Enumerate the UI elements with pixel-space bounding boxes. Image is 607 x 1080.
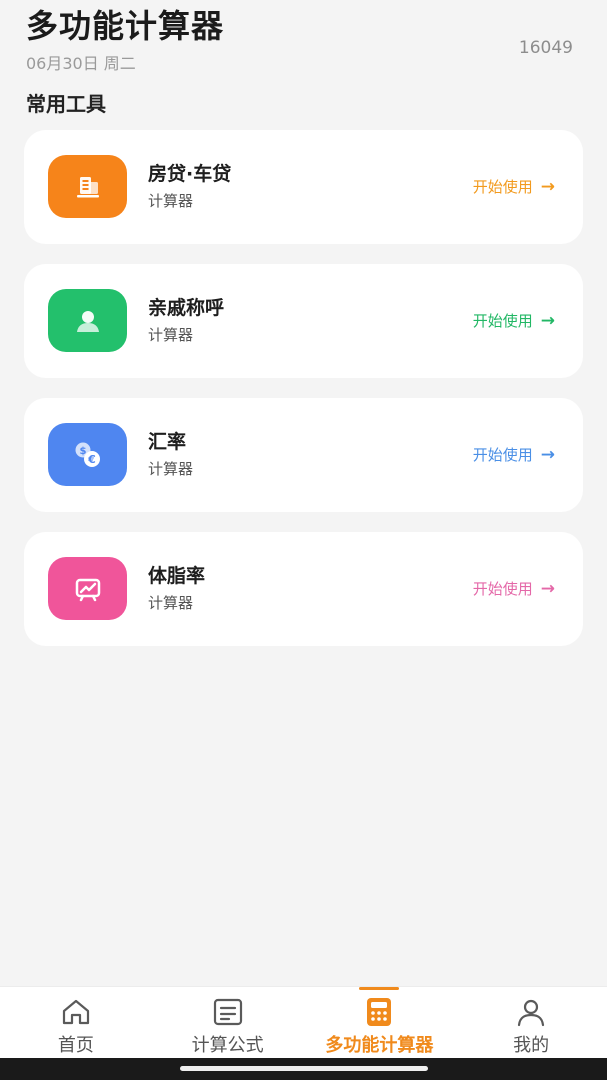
tool-subtitle: 计算器 — [148, 594, 194, 612]
tool-card-bodyfat[interactable]: 体脂率 计算器 开始使用 → — [24, 532, 583, 646]
header: 多功能计算器 06月30日 周二 16049 — [26, 4, 577, 74]
start-button[interactable]: 开始使用 → — [473, 176, 555, 197]
bottom-nav: 首页 计算公式 多功能计算器 我的 — [0, 986, 607, 1058]
person-icon — [76, 310, 99, 332]
tool-card-mortgage[interactable]: 房贷·车贷 计算器 开始使用 → — [24, 130, 583, 244]
start-button[interactable]: 开始使用 → — [473, 578, 555, 599]
calculator-icon — [367, 998, 392, 1026]
nav-label: 我的 — [513, 1035, 550, 1056]
tool-card-exchange[interactable]: $ € 汇率 计算器 开始使用 → — [24, 398, 583, 512]
counter-label: 16049 — [518, 38, 573, 58]
tool-tile — [48, 557, 127, 620]
tool-subtitle: 计算器 — [148, 460, 194, 478]
tool-tile — [48, 289, 127, 352]
nav-label: 多功能计算器 — [325, 1035, 434, 1056]
tool-tile: $ € — [48, 423, 127, 486]
nav-item-formulas[interactable]: 计算公式 — [152, 987, 304, 1058]
start-label: 开始使用 — [472, 312, 533, 330]
tool-title: 汇率 — [148, 431, 187, 453]
tool-card-relatives[interactable]: 亲戚称呼 计算器 开始使用 → — [24, 264, 583, 378]
arrow-right-icon: → — [540, 578, 555, 599]
home-indicator[interactable] — [180, 1066, 428, 1071]
start-label: 开始使用 — [472, 580, 533, 598]
arrow-right-icon: → — [540, 176, 555, 197]
tool-title: 房贷·车贷 — [148, 163, 232, 185]
tool-list: 房贷·车贷 计算器 开始使用 → 亲戚称呼 计算器 开始使用 → $ € 汇率 … — [24, 130, 583, 666]
start-label: 开始使用 — [472, 178, 533, 196]
arrow-right-icon: → — [540, 310, 555, 331]
arrow-right-icon: → — [540, 444, 555, 465]
currency-exchange-icon: $ € — [75, 442, 100, 467]
active-indicator — [359, 987, 400, 990]
tool-subtitle: 计算器 — [148, 192, 194, 210]
system-gesture-area — [0, 1058, 607, 1080]
home-icon — [62, 999, 89, 1025]
tool-subtitle: 计算器 — [148, 326, 194, 344]
start-button[interactable]: 开始使用 → — [473, 444, 555, 465]
document-icon — [213, 998, 242, 1026]
nav-label: 计算公式 — [191, 1035, 264, 1056]
nav-item-profile[interactable]: 我的 — [455, 987, 607, 1058]
nav-label: 首页 — [57, 1035, 94, 1056]
building-card-icon — [76, 176, 99, 197]
section-title: 常用工具 — [26, 92, 106, 116]
start-button[interactable]: 开始使用 → — [473, 310, 555, 331]
user-icon — [518, 999, 545, 1027]
nav-item-calculator[interactable]: 多功能计算器 — [304, 987, 456, 1058]
date-label: 06月30日 周二 — [26, 54, 136, 73]
tool-title: 体脂率 — [148, 565, 206, 587]
svg-text:€: € — [87, 453, 96, 466]
page-title: 多功能计算器 — [26, 7, 225, 45]
trend-chart-icon — [75, 578, 100, 601]
start-label: 开始使用 — [472, 446, 533, 464]
tool-tile — [48, 155, 127, 218]
tool-title: 亲戚称呼 — [148, 297, 225, 319]
nav-item-home[interactable]: 首页 — [0, 987, 152, 1058]
